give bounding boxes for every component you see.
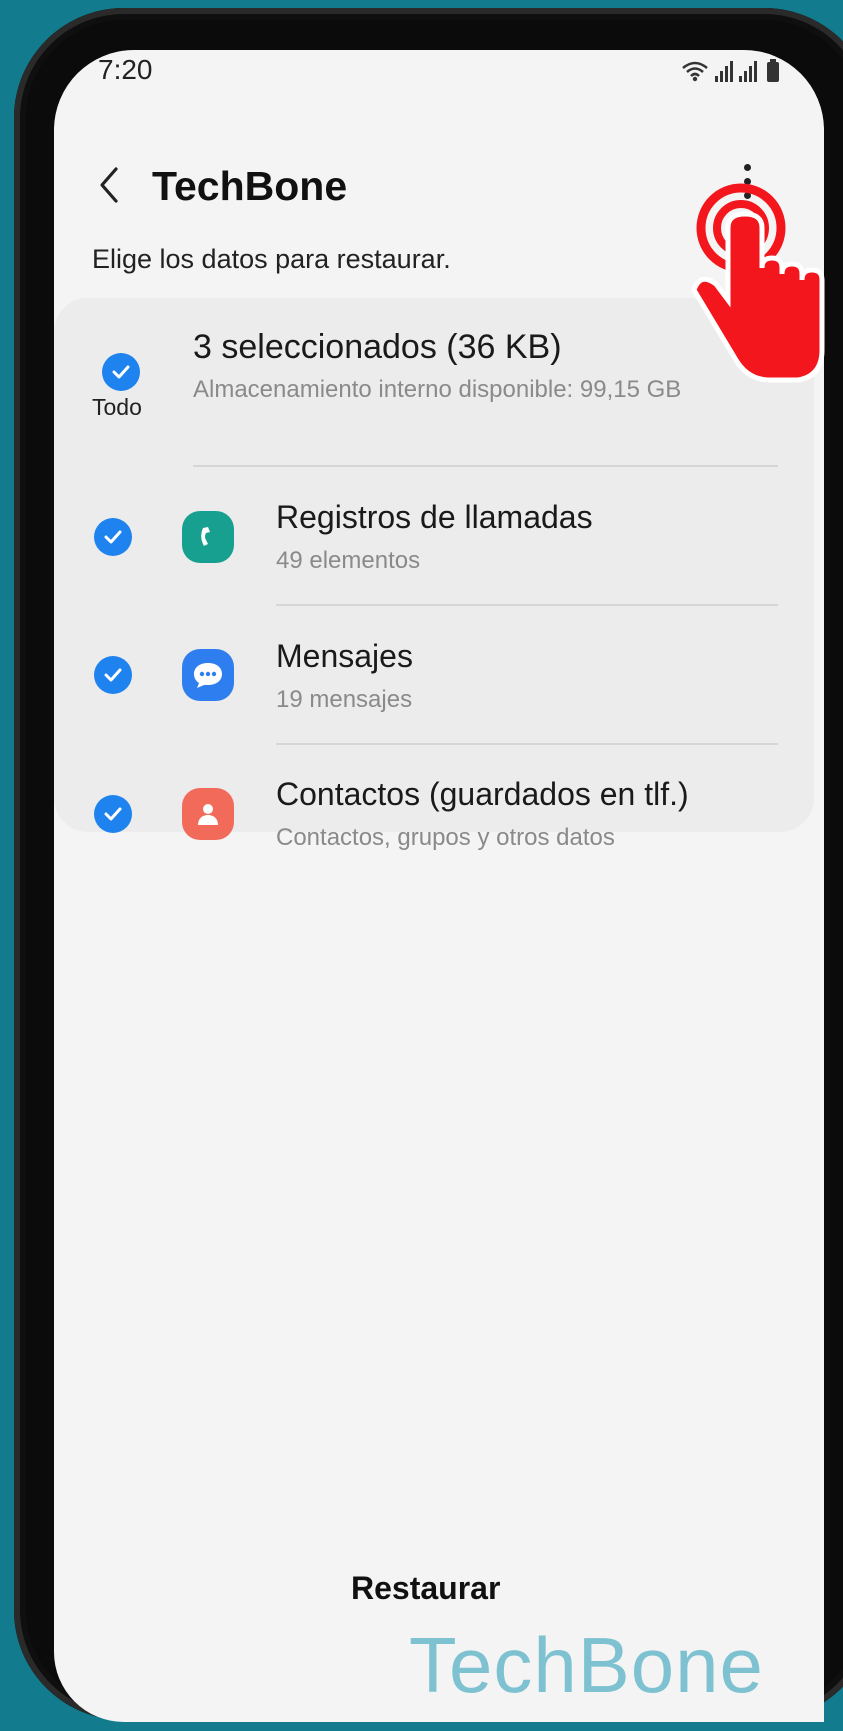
- restore-button[interactable]: Restaurar: [351, 1570, 500, 1607]
- back-icon[interactable]: [90, 165, 130, 205]
- messages-title: Mensajes: [276, 638, 413, 674]
- checkmark-icon: [112, 365, 130, 379]
- divider: [276, 743, 778, 745]
- signal-icon-2: [739, 60, 757, 82]
- status-time: 7:20: [98, 54, 153, 85]
- messages-count: 19 mensajes: [276, 686, 413, 713]
- select-all-checkbox[interactable]: [102, 353, 140, 391]
- call-logs-count: 49 elementos: [276, 547, 421, 574]
- checkmark-icon: [104, 530, 122, 544]
- selection-summary: 3 seleccionados (36 KB): [193, 328, 562, 366]
- battery-icon: [767, 59, 779, 82]
- messages-checkbox[interactable]: [94, 656, 132, 694]
- contacts-description: Contactos, grupos y otros datos: [276, 824, 615, 851]
- checkmark-icon: [104, 807, 122, 821]
- wifi-icon: [682, 61, 708, 82]
- signal-icon: [715, 60, 733, 82]
- tap-pointer-icon: [691, 183, 825, 383]
- contacts-checkbox[interactable]: [94, 795, 132, 833]
- divider: [193, 465, 778, 467]
- select-all-label: Todo: [92, 394, 142, 420]
- instructions-text: Elige los datos para restaurar.: [92, 244, 451, 274]
- divider: [276, 604, 778, 606]
- contact-icon: [182, 788, 234, 840]
- phone-icon: [182, 511, 234, 563]
- call-logs-title: Registros de llamadas: [276, 499, 593, 535]
- contacts-title: Contactos (guardados en tlf.): [276, 776, 689, 812]
- message-icon: [182, 649, 234, 701]
- watermark-text: TechBone: [409, 1621, 764, 1709]
- status-bar: 7:20: [54, 50, 824, 120]
- call-logs-checkbox[interactable]: [94, 518, 132, 556]
- storage-available: Almacenamiento interno disponible: 99,15…: [193, 376, 682, 403]
- page-title: TechBone: [152, 163, 348, 209]
- checkmark-icon: [104, 668, 122, 682]
- status-icons: [681, 59, 779, 82]
